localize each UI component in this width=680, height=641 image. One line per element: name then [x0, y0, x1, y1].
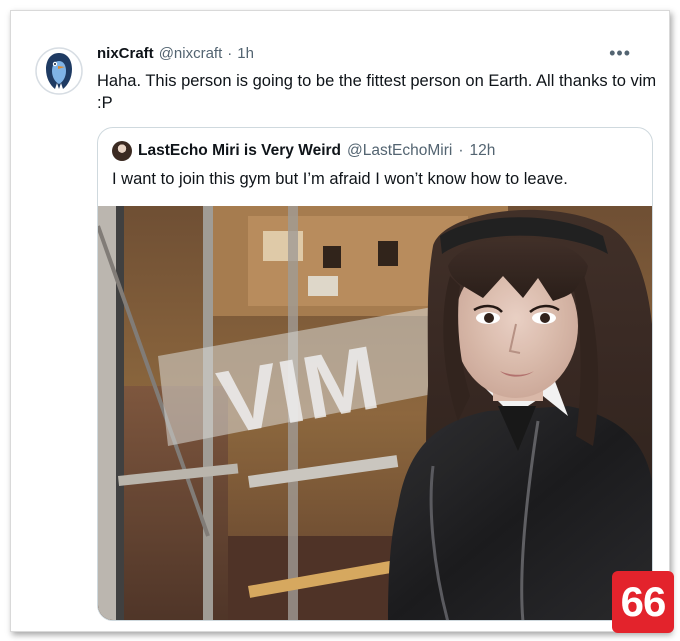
quoted-author-avatar[interactable]: [112, 141, 132, 161]
meta-separator: ·: [227, 45, 233, 62]
quoted-author-handle[interactable]: @LastEchoMiri: [347, 142, 452, 160]
author-handle[interactable]: @nixcraft: [159, 45, 223, 62]
penguin-avatar-icon[interactable]: [35, 47, 83, 95]
selfie-photo: VIM: [98, 206, 652, 620]
quoted-author-name[interactable]: LastEcho Miri is Very Weird: [138, 142, 341, 160]
tweet-card: nixCraft @nixcraft · 1h ••• Haha. This p…: [10, 10, 670, 632]
tweet-header: nixCraft @nixcraft · 1h: [97, 45, 629, 62]
quoted-tweet-photo[interactable]: VIM: [98, 206, 652, 620]
author-name[interactable]: nixCraft: [97, 45, 154, 62]
tweet-text: Haha. This person is going to be the fit…: [97, 72, 657, 112]
tweet-timestamp[interactable]: 1h: [237, 45, 254, 62]
watermark-badge: 66: [612, 571, 674, 633]
quoted-tweet-header: LastEcho Miri is Very Weird @LastEchoMir…: [112, 141, 642, 161]
quoted-tweet[interactable]: LastEcho Miri is Very Weird @LastEchoMir…: [97, 127, 653, 621]
quoted-tweet-text: I want to join this gym but I’m afraid I…: [112, 170, 568, 188]
quoted-timestamp[interactable]: 12h: [470, 142, 496, 160]
more-options-icon[interactable]: •••: [609, 44, 631, 62]
quoted-meta-separator: ·: [458, 142, 464, 159]
